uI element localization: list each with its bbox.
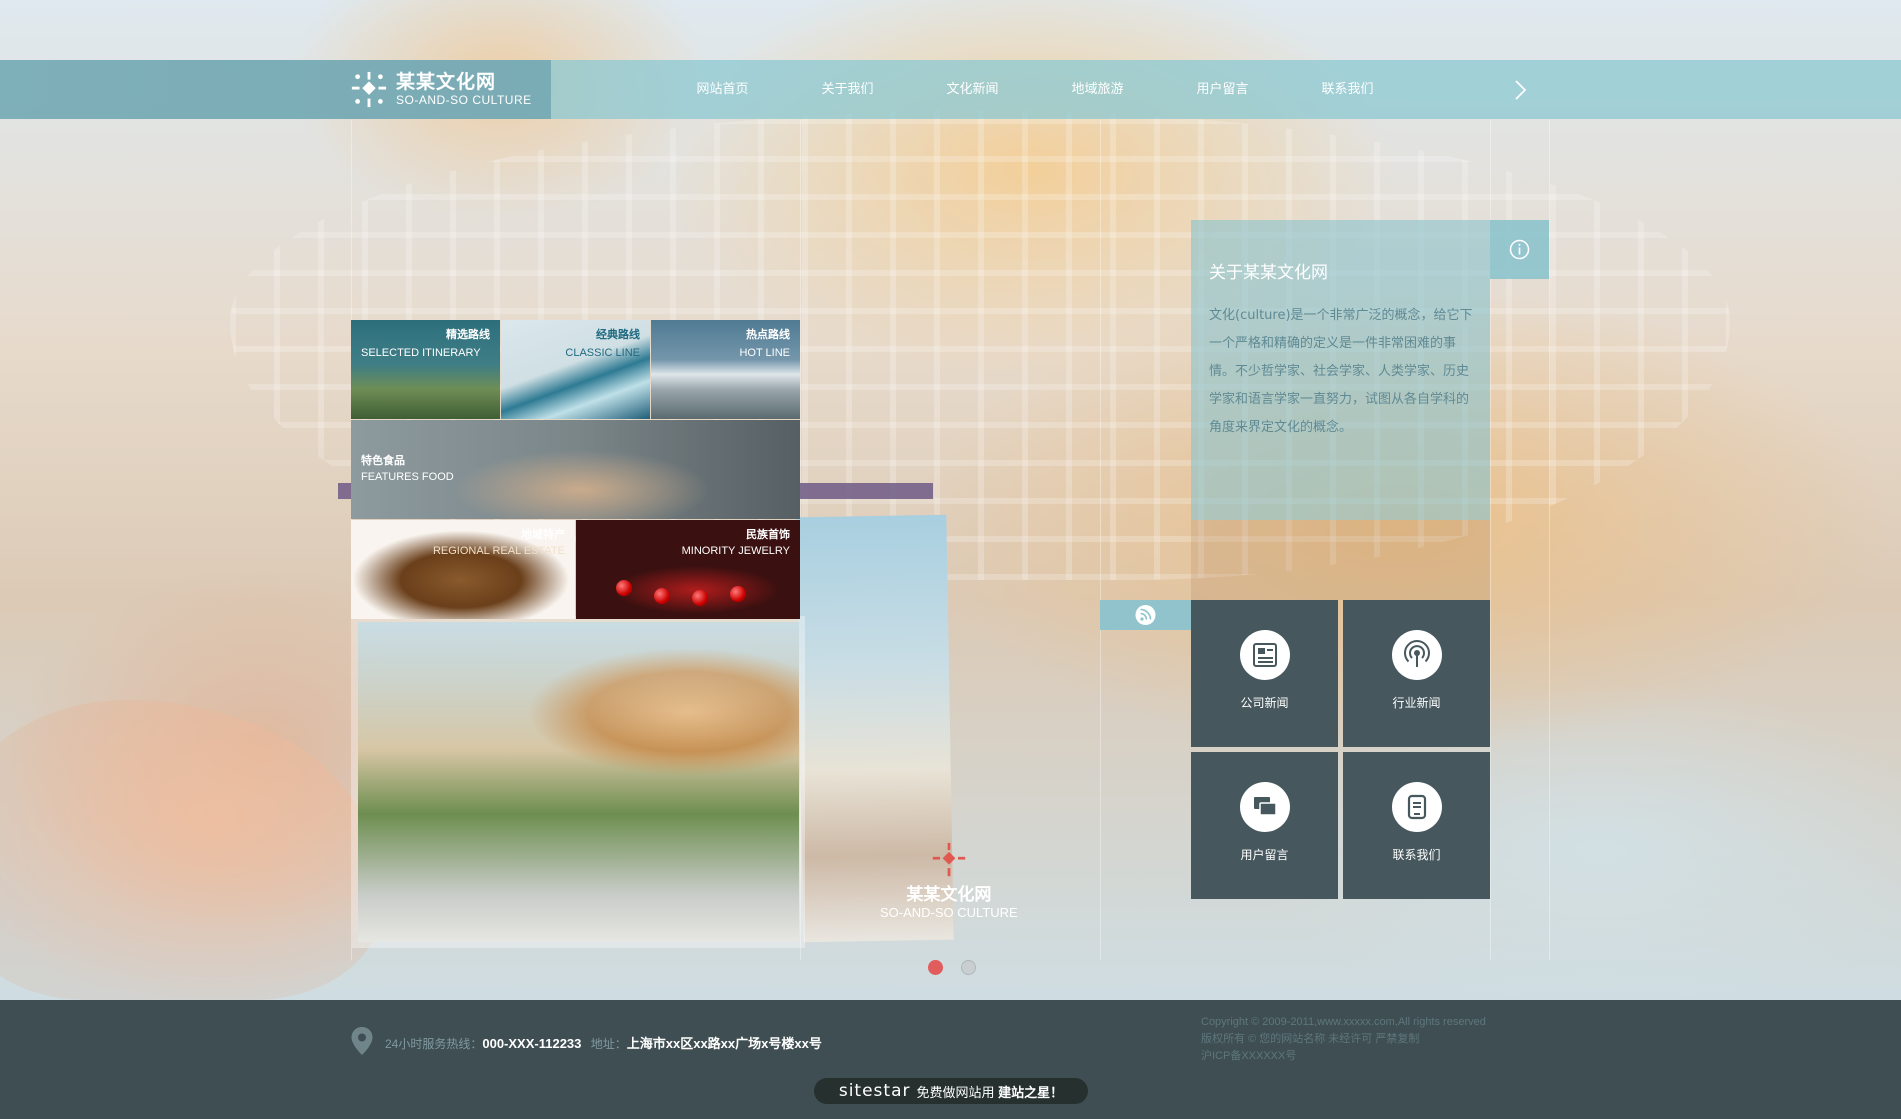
slider-dots: [928, 960, 976, 975]
tile-hot-line[interactable]: 热点路线 HOT LINE: [651, 320, 800, 419]
tile-label-en: REGIONAL REAL ESTATE: [432, 545, 565, 557]
tile-label-en: MINORITY JEWELRY: [681, 545, 790, 557]
postcard-logo-subtitle: SO-AND-SO CULTURE: [880, 905, 1018, 920]
bead: [730, 586, 746, 602]
copyright-line: Copyright © 2009-2011,www.xxxxx.com,All …: [1201, 1016, 1486, 1028]
grid-label: 公司新闻: [1240, 696, 1289, 710]
postcard-logo-title: 某某文化网: [906, 885, 992, 904]
about-title: 关于某某文化网: [1209, 263, 1328, 283]
footer-hotline: 24小时服务热线：000-XXX-112233 地址：上海市xx区xx路xx广场…: [385, 1033, 822, 1052]
info-tab[interactable]: [1490, 220, 1549, 279]
logo-subtitle: SO-AND-SO CULTURE: [396, 92, 532, 107]
postcard-photo: [358, 622, 799, 942]
rss-tab[interactable]: [1100, 600, 1191, 630]
nav-item-home[interactable]: 网站首页: [660, 60, 785, 119]
newspaper-icon: [1239, 630, 1290, 680]
nav-item-travel[interactable]: 地域旅游: [1035, 60, 1160, 119]
grid-line: [1549, 120, 1550, 960]
nav-item-culture-news[interactable]: 文化新闻: [910, 60, 1035, 119]
broadcast-icon: [1391, 630, 1442, 680]
badge-brand: sitestar: [838, 1081, 911, 1101]
logo-mark-icon: [932, 842, 966, 877]
tile-label-cn: 特色食品: [361, 455, 405, 467]
chevron-right-icon[interactable]: [1510, 78, 1530, 102]
tile-label-cn: 地域特产: [521, 529, 565, 541]
rss-icon: [1135, 605, 1156, 625]
address-label: 地址：: [590, 1037, 627, 1051]
chat-icon: [1239, 782, 1290, 832]
grid-company-news[interactable]: 公司新闻: [1191, 600, 1338, 747]
info-icon: [1509, 239, 1530, 260]
tile-label-en: HOT LINE: [739, 347, 790, 359]
footer-copyright: Copyright © 2009-2011,www.xxxxx.com,All …: [1201, 1014, 1486, 1065]
address-value: 上海市xx区xx路xx广场x号楼xx号: [626, 1036, 822, 1051]
hotline-label: 24小时服务热线：: [385, 1037, 483, 1051]
nav-item-messages[interactable]: 用户留言: [1160, 60, 1285, 119]
grid-contact-us[interactable]: 联系我们: [1343, 752, 1490, 899]
tile-features-food[interactable]: 特色食品 FEATURES FOOD: [351, 420, 800, 519]
bead: [616, 580, 632, 596]
grid-line: [1100, 120, 1101, 960]
badge-text: 免费做网站用: [916, 1084, 995, 1100]
hand-holding-photo: [0, 700, 380, 1000]
nav-item-about[interactable]: 关于我们: [785, 60, 910, 119]
location-pin-icon: [351, 1027, 373, 1055]
tile-minority-jewelry[interactable]: 民族首饰 MINORITY JEWELRY: [576, 520, 800, 619]
bead: [692, 590, 708, 606]
grid-industry-news[interactable]: 行业新闻: [1343, 600, 1490, 747]
about-panel: 关于某某文化网 文化(culture)是一个非常广泛的概念，给它下一个严格和精确…: [1191, 220, 1490, 520]
grid-label: 行业新闻: [1392, 696, 1441, 710]
grid-label: 联系我们: [1392, 848, 1441, 862]
logo-title: 某某文化网: [396, 71, 497, 93]
badge-slogan: 免费做网站用 建站之星！: [916, 1082, 1063, 1101]
tile-label-en: CLASSIC LINE: [565, 347, 640, 359]
site-logo[interactable]: 某某文化网 SO-AND-SO CULTURE: [350, 67, 532, 113]
contact-icon: [1391, 782, 1442, 832]
postcard-logo: 某某文化网 SO-AND-SO CULTURE: [880, 842, 1018, 920]
about-body: 文化(culture)是一个非常广泛的概念，给它下一个严格和精确的定义是一件非常…: [1209, 308, 1473, 435]
tile-label-cn: 精选路线: [446, 329, 490, 341]
tile-label-cn: 经典路线: [596, 329, 640, 341]
tile-label-cn: 热点路线: [746, 329, 790, 341]
bead: [654, 588, 670, 604]
rights-line: 版权所有 © 您的网站名称 未经许可 严禁复制: [1201, 1033, 1420, 1045]
logo-mark-icon: [351, 71, 387, 108]
tile-label-en: FEATURES FOOD: [361, 471, 454, 483]
badge-strong: 建站之星！: [998, 1084, 1064, 1100]
icp-line: 沪ICP备XXXXXX号: [1201, 1050, 1297, 1062]
main-nav: 网站首页 关于我们 文化新闻 地域旅游 用户留言 联系我们: [660, 60, 1410, 119]
tile-label-en: SELECTED ITINERARY: [361, 347, 481, 359]
tile-selected-itinerary[interactable]: 精选路线 SELECTED ITINERARY: [351, 320, 500, 419]
tile-label-cn: 民族首饰: [746, 529, 790, 541]
sitestar-badge[interactable]: sitestar 免费做网站用 建站之星！: [814, 1078, 1088, 1104]
grid-label: 用户留言: [1240, 848, 1289, 862]
slider-dot-1[interactable]: [928, 960, 943, 975]
nav-item-contact[interactable]: 联系我们: [1285, 60, 1410, 119]
tile-classic-line[interactable]: 经典路线 CLASSIC LINE: [501, 320, 650, 419]
about-panel-lower: [1191, 520, 1490, 600]
slider-dot-2[interactable]: [961, 960, 976, 975]
tile-regional-products[interactable]: 地域特产 REGIONAL REAL ESTATE: [351, 520, 575, 619]
grid-user-messages[interactable]: 用户留言: [1191, 752, 1338, 899]
hotline-number: 000-XXX-112233: [482, 1036, 582, 1051]
